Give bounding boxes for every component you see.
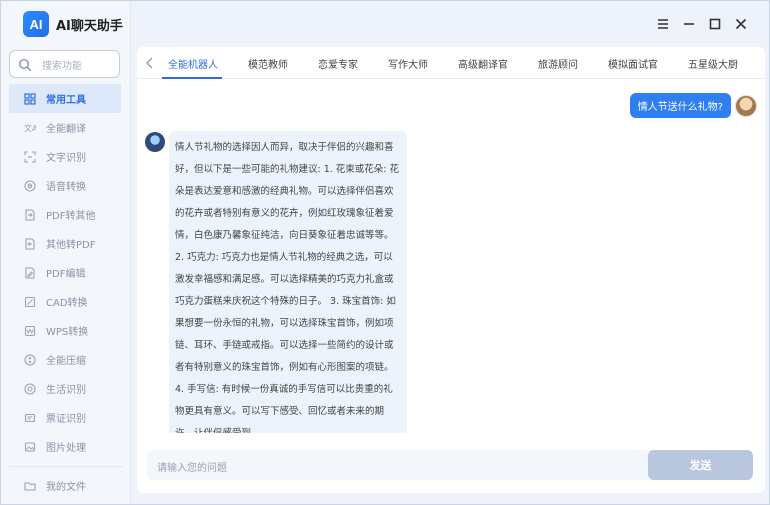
app-logo: AI AI聊天助手 (23, 11, 123, 37)
sidebar-item-image[interactable]: 图片处理 (1, 432, 131, 461)
sidebar-item-other-to-pdf[interactable]: 其他转PDF (1, 229, 131, 258)
sidebar-item-life-scan[interactable]: 生活识别 (1, 374, 131, 403)
active-tab-indicator (162, 77, 222, 79)
sidebar-item-cad[interactable]: CAD转换 (1, 287, 131, 316)
sidebar-item-wps[interactable]: WPS转换 (1, 316, 131, 345)
sidebar-item-label: 常用工具 (46, 95, 86, 106)
search-input[interactable]: 搜索功能 (9, 50, 120, 78)
to-pdf-icon (23, 237, 36, 250)
bot-avatar (145, 132, 165, 152)
search-icon (18, 57, 32, 72)
bot-message: 情人节礼物的选择因人而异，取决于伴侣的兴趣和喜好，但以下是一些可能的礼物建议: … (169, 131, 407, 433)
maximize-icon (709, 18, 721, 30)
wps-icon (23, 324, 36, 337)
app-title: AI聊天助手 (56, 18, 123, 34)
scan-text-icon (23, 150, 36, 163)
chat-panel: 全能机器人 模范教师 恋爱专家 写作大师 高级翻译官 旅游顾问 模拟面试官 五星… (137, 47, 765, 493)
close-icon (735, 18, 747, 30)
translate-icon: 文A (23, 121, 36, 134)
role-tabs: 全能机器人 模范教师 恋爱专家 写作大师 高级翻译官 旅游顾问 模拟面试官 五星… (137, 47, 765, 79)
sidebar-item-label: 文字识别 (46, 153, 86, 164)
message-input-placeholder: 请输入您的问题 (157, 463, 227, 474)
sidebar-item-common-tools[interactable]: 常用工具 (9, 84, 121, 113)
send-button[interactable]: 发送 (648, 450, 753, 480)
sidebar-item-label: WPS转换 (46, 327, 89, 338)
sidebar-item-pdf-to-other[interactable]: PDF转其他 (1, 200, 131, 229)
app-logo-badge: AI (23, 11, 49, 37)
sidebar-item-label: 我的文件 (46, 482, 86, 493)
sidebar-item-label: 其他转PDF (46, 240, 96, 251)
pdf-edit-icon (23, 266, 36, 279)
ticket-icon (23, 411, 36, 424)
search-placeholder: 搜索功能 (42, 60, 82, 72)
sidebar-item-audio[interactable]: 语音转换 (1, 171, 131, 200)
tabs-prev-button[interactable] (143, 55, 157, 69)
sidebar-nav: 常用工具 文A 全能翻译 文字识别 语音转换 PDF转其他 其他转PDF PDF… (1, 84, 131, 461)
sidebar-item-label: PDF编辑 (46, 269, 86, 280)
audio-icon (23, 179, 36, 192)
tab-travel-advisor[interactable]: 旅游顾问 (538, 56, 578, 71)
sidebar-item-label: 全能翻译 (46, 124, 86, 135)
compress-icon (23, 353, 36, 366)
tab-five-star-chef[interactable]: 五星级大厨 (688, 56, 738, 71)
chat-messages[interactable]: 情人节送什么礼物? 情人节礼物的选择因人而异，取决于伴侣的兴趣和喜好，但以下是一… (137, 83, 765, 433)
sidebar-item-pdf-edit[interactable]: PDF编辑 (1, 258, 131, 287)
sidebar-item-compress[interactable]: 全能压缩 (1, 345, 131, 374)
sidebar-item-ocr[interactable]: 文字识别 (1, 142, 131, 171)
tab-all-round-bot[interactable]: 全能机器人 (168, 56, 218, 71)
title-bar (139, 5, 764, 43)
sidebar-divider (9, 466, 123, 467)
folder-icon (23, 479, 36, 492)
pdf-convert-icon (23, 208, 36, 221)
sidebar-item-label: 图片处理 (46, 443, 86, 454)
app-window: AI AI聊天助手 搜索功能 常用工具 文A 全能翻译 文字识别 语音转换 PD… (0, 0, 770, 505)
svg-text:文A: 文A (24, 123, 36, 133)
cad-icon (23, 295, 36, 308)
tab-model-teacher[interactable]: 模范教师 (248, 56, 288, 71)
user-avatar (735, 95, 757, 117)
chevron-left-icon (146, 57, 153, 69)
tab-mock-interviewer[interactable]: 模拟面试官 (608, 56, 658, 71)
menu-icon (658, 19, 668, 29)
sidebar-item-label: 生活识别 (46, 385, 86, 396)
menu-button[interactable] (655, 16, 671, 32)
user-message: 情人节送什么礼物? (629, 93, 731, 118)
maximize-button[interactable] (707, 16, 723, 32)
minimize-button[interactable] (681, 16, 697, 32)
sidebar-item-my-files[interactable]: 我的文件 (1, 471, 86, 500)
tab-writing-master[interactable]: 写作大师 (388, 56, 428, 71)
minimize-icon (684, 23, 694, 25)
sidebar: AI AI聊天助手 搜索功能 常用工具 文A 全能翻译 文字识别 语音转换 PD… (1, 1, 131, 504)
sidebar-item-label: 语音转换 (46, 182, 86, 193)
grid-icon (23, 92, 36, 105)
sidebar-item-label: PDF转其他 (46, 211, 96, 222)
image-icon (23, 440, 36, 453)
life-scan-icon (23, 382, 36, 395)
message-input[interactable]: 请输入您的问题 发送 (147, 450, 753, 480)
sidebar-item-label: 全能压缩 (46, 356, 86, 367)
tab-senior-translator[interactable]: 高级翻译官 (458, 56, 508, 71)
tab-love-expert[interactable]: 恋爱专家 (318, 56, 358, 71)
sidebar-item-ticket[interactable]: 票证识别 (1, 403, 131, 432)
sidebar-item-label: CAD转换 (46, 298, 88, 309)
sidebar-item-label: 票证识别 (46, 414, 86, 425)
sidebar-item-translate[interactable]: 文A 全能翻译 (1, 113, 131, 142)
close-button[interactable] (733, 16, 749, 32)
